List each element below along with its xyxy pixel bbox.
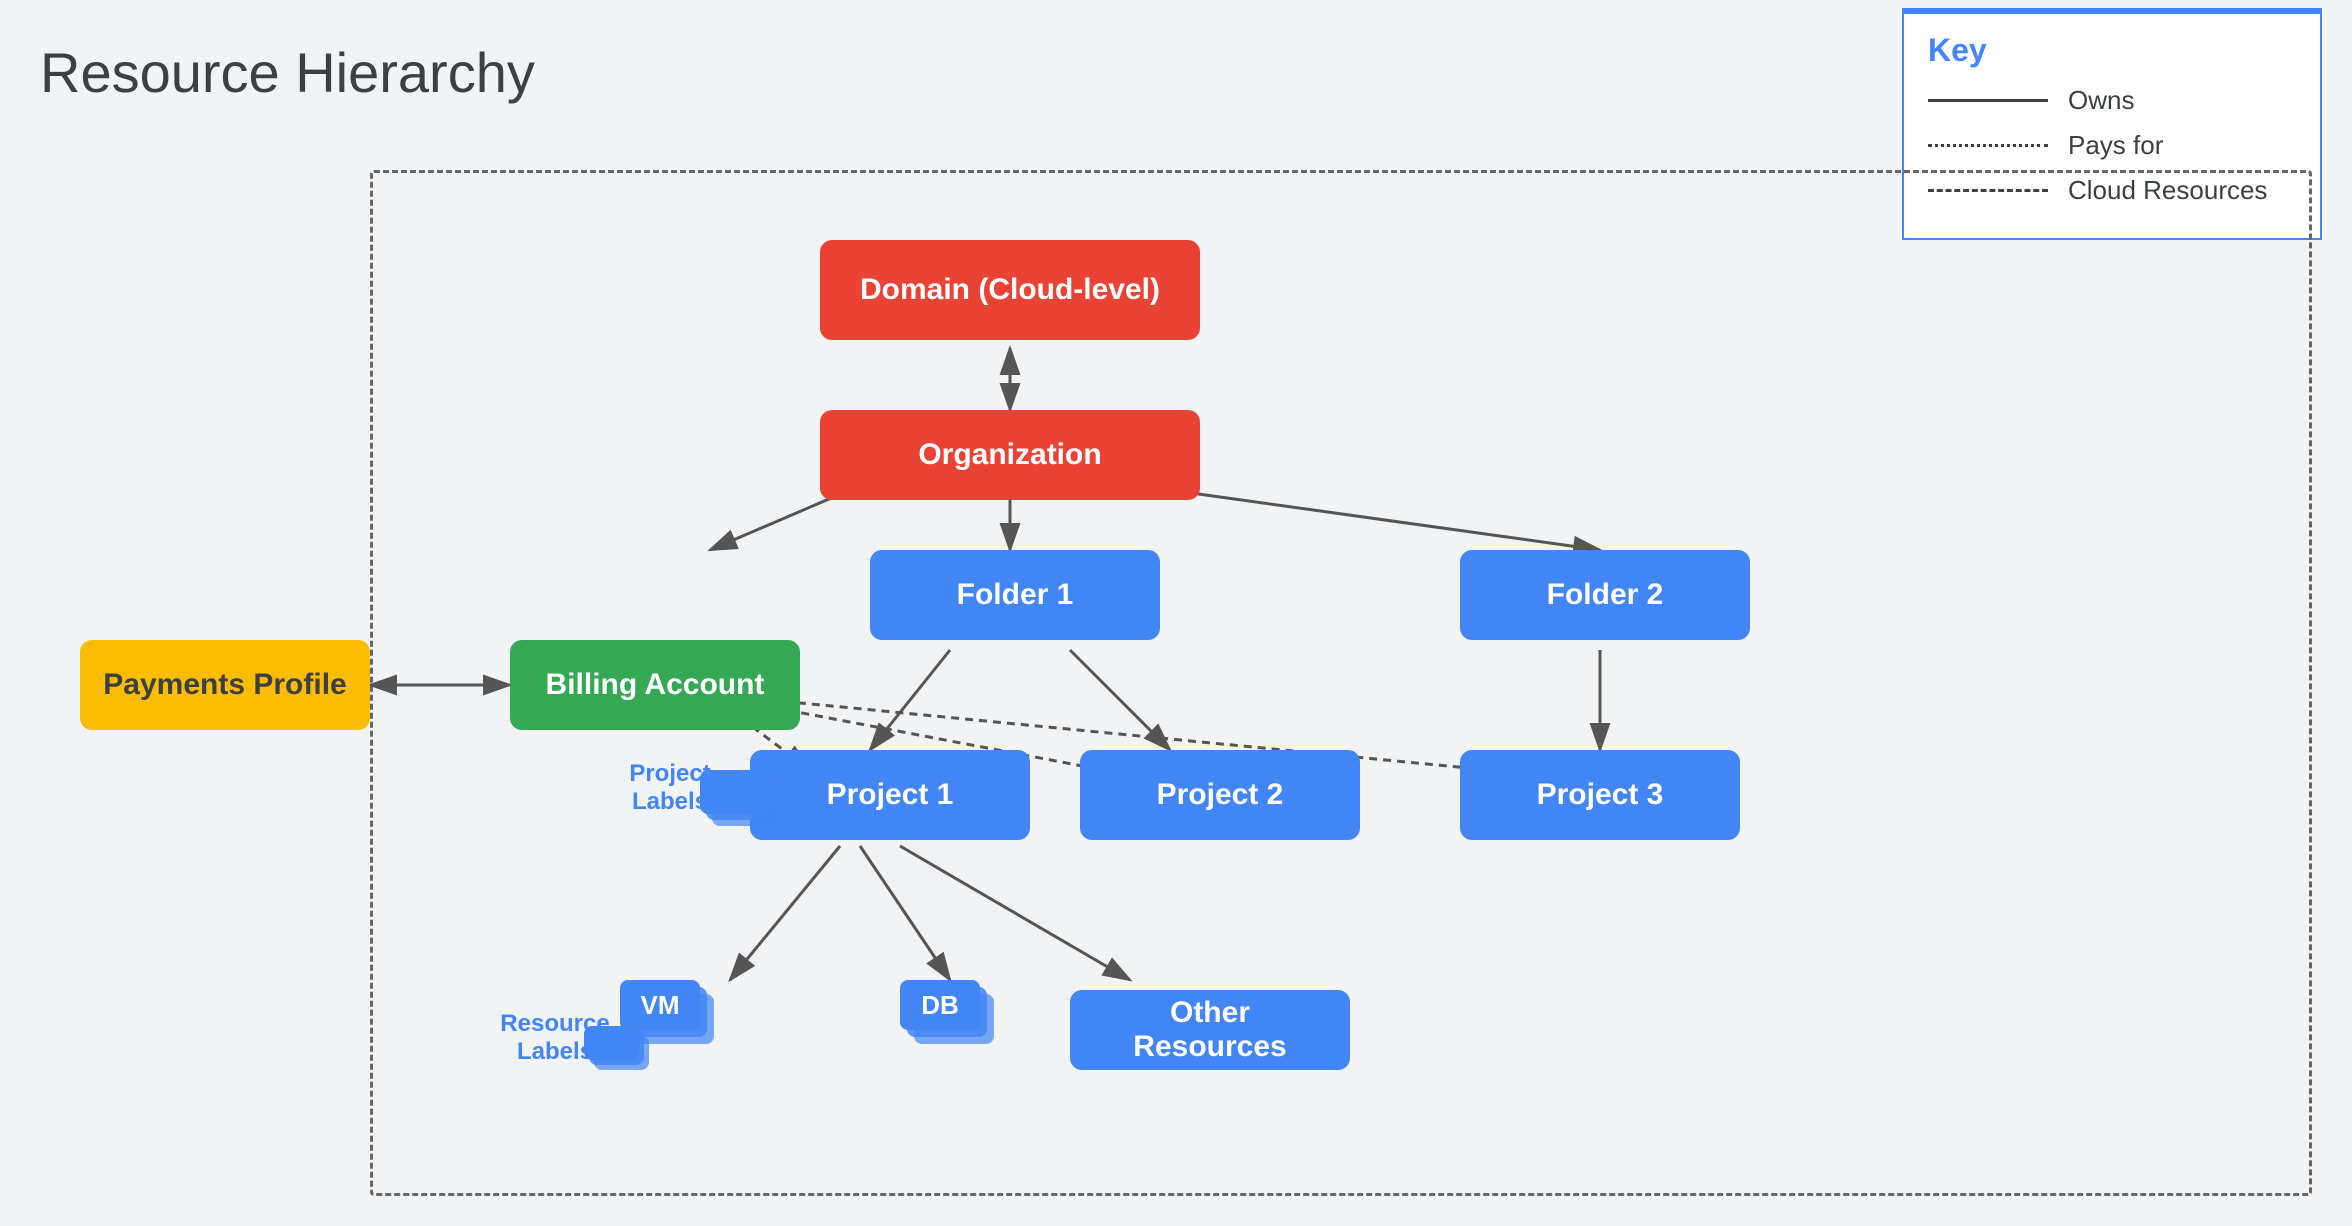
owns-line-icon bbox=[1928, 99, 2048, 102]
db-node: DB bbox=[900, 980, 980, 1030]
folder1-node: Folder 1 bbox=[870, 550, 1160, 640]
folder2-node: Folder 2 bbox=[1460, 550, 1750, 640]
diagram: Domain (Cloud-level) Organization Paymen… bbox=[30, 110, 2322, 1206]
page-title: Resource Hierarchy bbox=[40, 40, 535, 105]
project2-node: Project 2 bbox=[1080, 750, 1360, 840]
vm-node: VM bbox=[620, 980, 700, 1030]
domain-node: Domain (Cloud-level) bbox=[820, 240, 1200, 340]
key-title: Key bbox=[1928, 32, 2296, 69]
project1-node: Project 1 bbox=[750, 750, 1030, 840]
billing-account-node: Billing Account bbox=[510, 640, 800, 730]
other-resources-node: Other Resources bbox=[1070, 990, 1350, 1070]
project3-node: Project 3 bbox=[1460, 750, 1740, 840]
payments-profile-node: Payments Profile bbox=[80, 640, 370, 730]
organization-node: Organization bbox=[820, 410, 1200, 500]
